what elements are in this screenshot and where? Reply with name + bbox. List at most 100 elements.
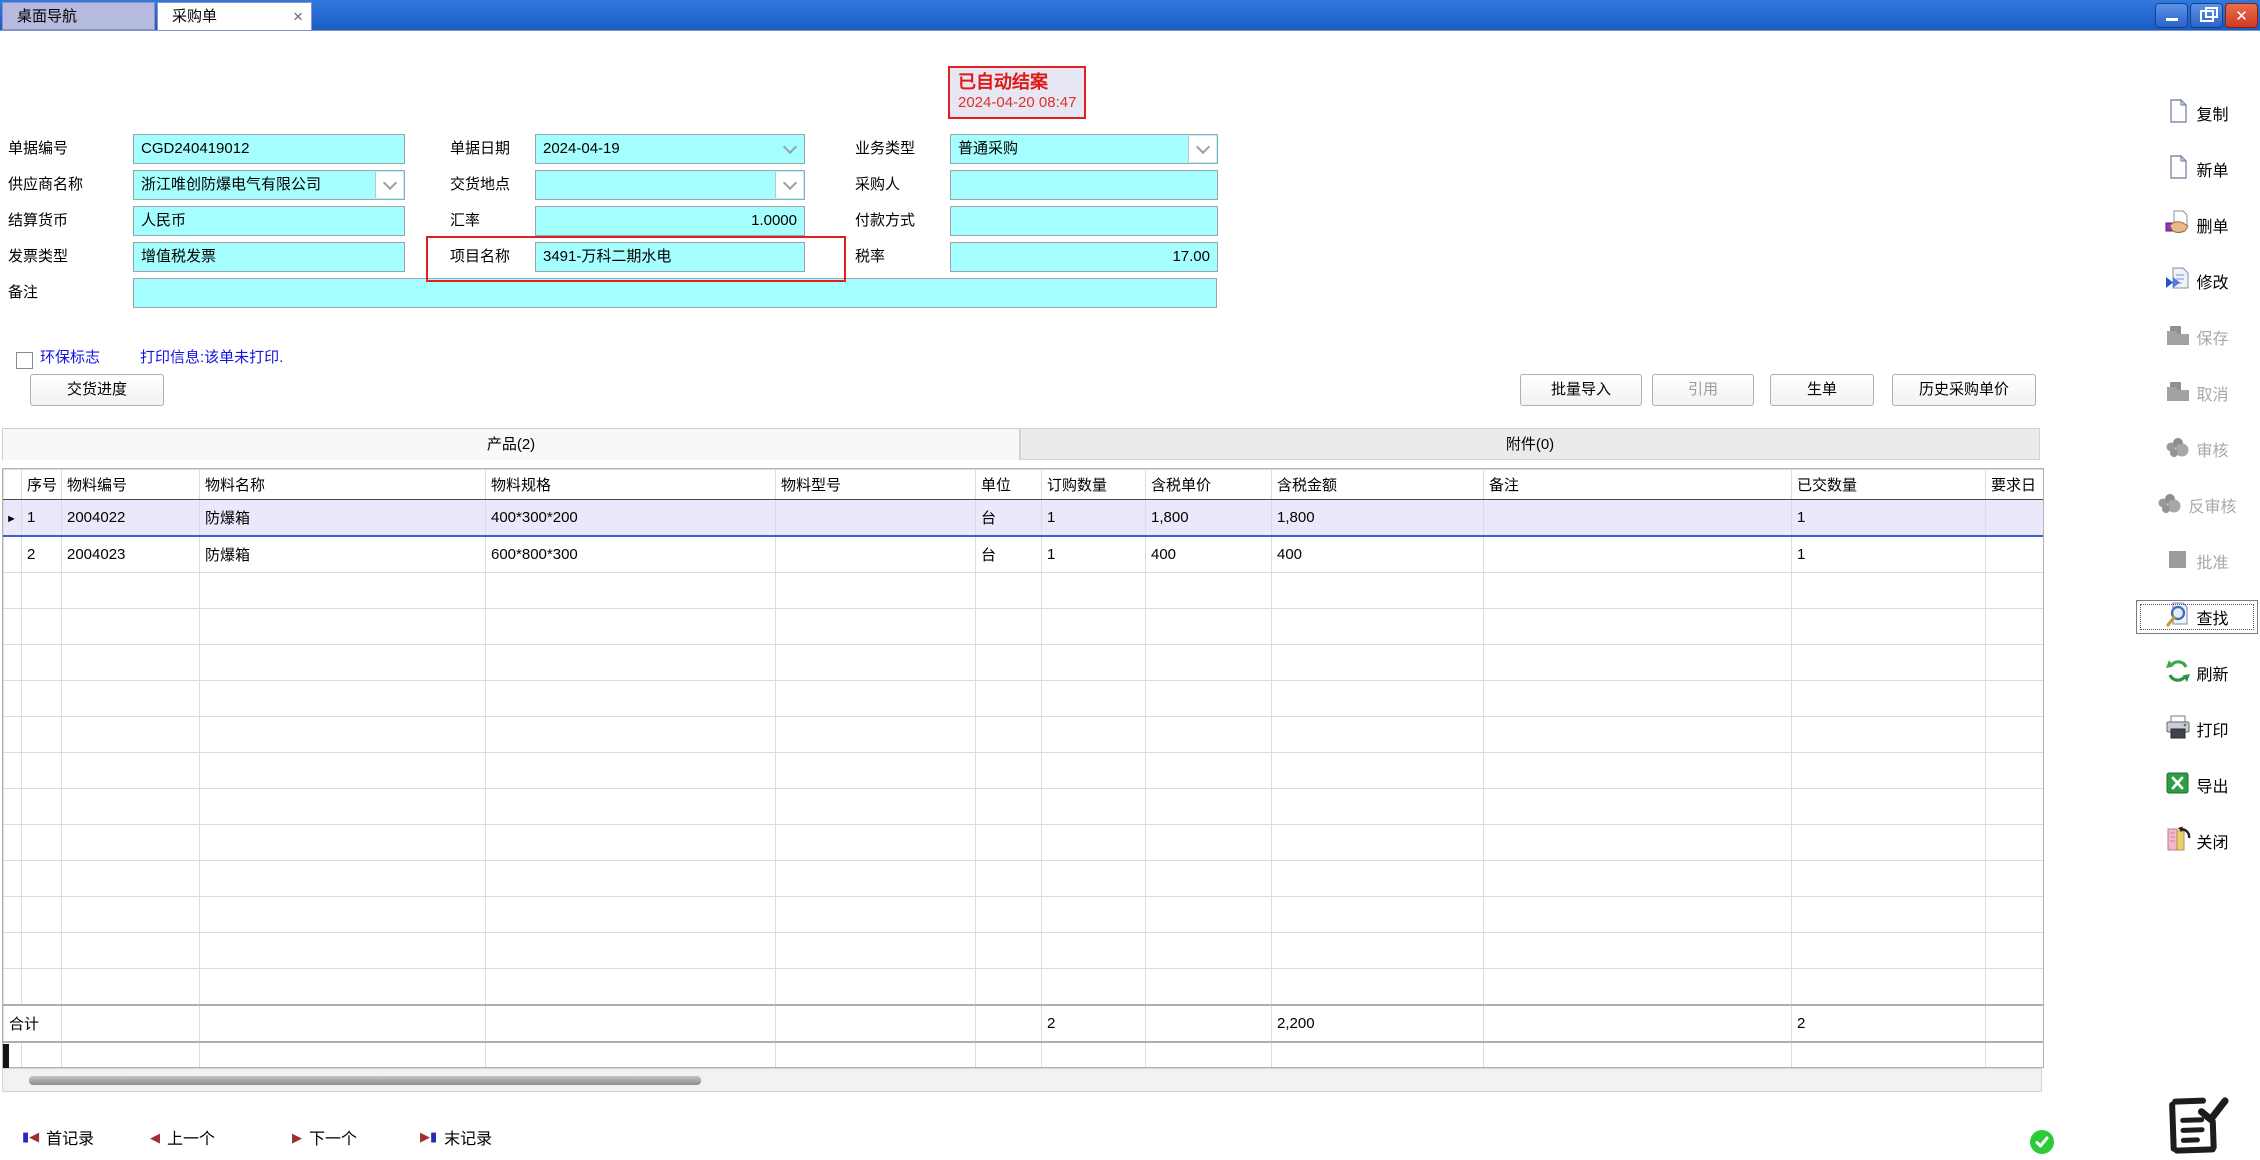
grid-cell-empty[interactable] (486, 969, 776, 1006)
grid-cell-empty[interactable] (1146, 609, 1272, 645)
grid-cell-empty[interactable] (1484, 681, 1792, 717)
grid-cell-empty[interactable] (976, 825, 1042, 861)
grid-cell-empty[interactable] (1484, 969, 1792, 1006)
purchaser-field[interactable] (950, 170, 1218, 200)
totals-row[interactable]: 合计22,2002 (4, 1005, 2044, 1042)
invoice-type-field[interactable]: 增值税发票 (133, 242, 405, 272)
grid-cell-empty[interactable] (1484, 753, 1792, 789)
tab-attachments[interactable]: 附件(0) (1020, 428, 2040, 460)
grid-cell[interactable]: 400*300*200 (486, 500, 776, 537)
grid-cell-empty[interactable] (22, 573, 62, 609)
grid-cell-empty[interactable] (62, 753, 200, 789)
grid-cell-empty[interactable] (486, 789, 776, 825)
grid-cell-empty[interactable] (200, 573, 486, 609)
grid-cell-empty[interactable] (4, 609, 22, 645)
grid-cell-empty[interactable] (776, 1042, 976, 1068)
project-field[interactable]: 3491-万科二期水电 (535, 242, 805, 272)
grid-cell-empty[interactable] (1484, 573, 1792, 609)
grid-cell-empty[interactable] (976, 645, 1042, 681)
grid-cell-empty[interactable] (976, 681, 1042, 717)
column-header[interactable]: 物料编号 (62, 470, 200, 500)
grid-cell-empty[interactable] (1042, 861, 1146, 897)
toolbar-button-13[interactable]: 关闭 (2136, 824, 2258, 858)
table-row-empty[interactable] (4, 753, 2044, 789)
table-row-empty[interactable] (4, 933, 2044, 969)
grid-cell-empty[interactable] (200, 609, 486, 645)
grid-cell-empty[interactable] (1146, 717, 1272, 753)
grid-cell-empty[interactable] (1042, 1042, 1146, 1068)
grid-cell[interactable] (1986, 536, 2044, 573)
grid-cell[interactable] (1484, 536, 1792, 573)
grid-cell-empty[interactable] (200, 861, 486, 897)
grid-cell-empty[interactable] (22, 753, 62, 789)
exchange-rate-field[interactable]: 1.0000 (535, 206, 805, 236)
payment-field[interactable] (950, 206, 1218, 236)
grid-cell-empty[interactable] (4, 861, 22, 897)
supplier-dropdown-icon[interactable] (375, 172, 403, 198)
delivery-place-combo[interactable] (535, 170, 805, 200)
toolbar-button-1[interactable]: 新单 (2136, 152, 2258, 186)
grid-cell-empty[interactable] (62, 969, 200, 1006)
grid-cell[interactable] (1484, 500, 1792, 537)
grid-cell-empty[interactable] (776, 609, 976, 645)
grid-cell-empty[interactable] (22, 1042, 62, 1068)
grid-cell-empty[interactable] (1272, 717, 1484, 753)
grid-cell-empty[interactable] (1792, 717, 1986, 753)
grid-cell-empty[interactable] (1986, 717, 2044, 753)
grid-cell-empty[interactable] (976, 789, 1042, 825)
currency-field[interactable]: 人民币 (133, 206, 405, 236)
grid-cell[interactable]: 1,800 (1146, 500, 1272, 537)
grid-cell-empty[interactable] (976, 897, 1042, 933)
supplier-combo[interactable]: 浙江唯创防爆电气有限公司 (133, 170, 405, 200)
first-record-button[interactable]: ▮◀ 首记录 (22, 1122, 94, 1152)
grid-cell-empty[interactable] (62, 933, 200, 969)
grid-cell-empty[interactable] (62, 717, 200, 753)
grid-cell-empty[interactable] (486, 897, 776, 933)
grid-cell-empty[interactable] (1792, 573, 1986, 609)
grid-cell-empty[interactable] (1146, 825, 1272, 861)
tab-purchase-order[interactable]: 采购单 × (157, 2, 312, 30)
grid-cell-empty[interactable] (200, 681, 486, 717)
grid-cell-empty[interactable] (1042, 609, 1146, 645)
grid-cell[interactable]: 2004023 (62, 536, 200, 573)
grid-cell-empty[interactable] (1986, 969, 2044, 1006)
grid-cell-empty[interactable] (4, 573, 22, 609)
grid-cell-empty[interactable] (1272, 1042, 1484, 1068)
doc-date-dropdown-icon[interactable] (783, 140, 797, 154)
grid-cell-empty[interactable] (22, 717, 62, 753)
grid-cell[interactable]: 1,800 (1272, 500, 1484, 537)
grid-cell-empty[interactable] (976, 753, 1042, 789)
grid-cell-empty[interactable] (1146, 789, 1272, 825)
grid-cell-empty[interactable] (200, 645, 486, 681)
grid-cell-empty[interactable] (62, 861, 200, 897)
grid-cell-empty[interactable] (200, 717, 486, 753)
grid-cell-empty[interactable] (22, 609, 62, 645)
grid-cell-empty[interactable] (4, 717, 22, 753)
grid-cell-empty[interactable] (1792, 681, 1986, 717)
column-header[interactable]: 含税单价 (1146, 470, 1272, 500)
table-row-empty[interactable] (4, 1042, 2044, 1068)
grid-cell-empty[interactable] (1792, 645, 1986, 681)
grid-cell-empty[interactable] (1042, 573, 1146, 609)
grid-cell-empty[interactable] (1042, 897, 1146, 933)
grid-cell-empty[interactable] (1272, 789, 1484, 825)
grid-cell-empty[interactable] (776, 861, 976, 897)
grid-cell-empty[interactable] (486, 645, 776, 681)
grid-cell-empty[interactable] (1042, 681, 1146, 717)
grid-cell-empty[interactable] (22, 897, 62, 933)
grid-cell-empty[interactable] (22, 933, 62, 969)
grid-cell-empty[interactable] (776, 933, 976, 969)
toolbar-button-0[interactable]: 复制 (2136, 96, 2258, 130)
grid-cell-empty[interactable] (486, 825, 776, 861)
grid-cell-empty[interactable] (1042, 717, 1146, 753)
restore-icon[interactable] (2190, 3, 2223, 28)
grid-cell-empty[interactable] (1272, 573, 1484, 609)
grid-cell-empty[interactable] (486, 717, 776, 753)
grid-cell-empty[interactable] (976, 969, 1042, 1006)
table-row[interactable]: 22004023防爆箱600*800*300台14004001 (4, 536, 2044, 573)
grid-cell-empty[interactable] (62, 789, 200, 825)
grid-cell-empty[interactable] (1146, 681, 1272, 717)
column-header[interactable]: 物料规格 (486, 470, 776, 500)
grid-cell-empty[interactable] (62, 609, 200, 645)
grid-cell-empty[interactable] (776, 825, 976, 861)
